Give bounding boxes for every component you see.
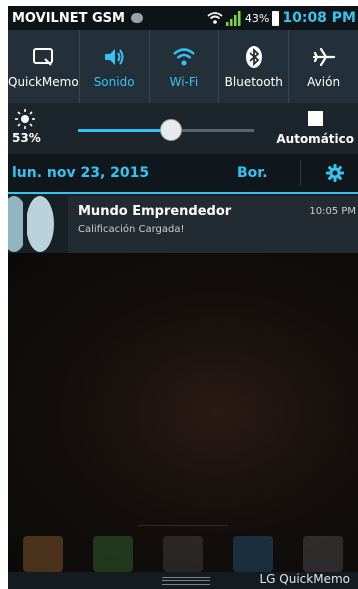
- dock-divider: [138, 525, 228, 526]
- tile-bluetooth[interactable]: Bluetooth: [219, 30, 290, 103]
- status-right: 43% 10:08 PM: [207, 6, 356, 30]
- carrier-label: MOVILNET GSM: [12, 10, 125, 26]
- battery-percent: 43%: [244, 11, 270, 25]
- sound-icon: [105, 48, 124, 65]
- messaging-icon: [233, 536, 273, 572]
- wallpaper-background: [8, 253, 358, 572]
- contacts-icon: [23, 536, 63, 572]
- divider: [300, 160, 301, 186]
- drag-handle[interactable]: [162, 577, 210, 585]
- notification-title: Mundo Emprendedor: [78, 204, 232, 219]
- brightness-knob[interactable]: [160, 119, 183, 141]
- footer-bar: LG QuickMemo: [8, 572, 358, 589]
- tile-airplane[interactable]: Avión: [289, 30, 358, 103]
- tile-label: Bluetooth: [224, 74, 283, 89]
- auto-brightness-label: Automático: [276, 132, 354, 146]
- brightness-slider[interactable]: [78, 119, 254, 141]
- tile-label: Wi-Fi: [169, 74, 199, 89]
- status-time: 10:08 PM: [282, 10, 356, 26]
- brightness-fill: [78, 129, 172, 132]
- notification-time: 10:05 PM: [309, 206, 356, 217]
- quick-settings-bar: QuickMemo Sonido Wi-Fi Bluetooth Avión: [8, 30, 358, 103]
- phone-screen: MOVILNET GSM 43% 10:08 PM QuickMemo Soni…: [8, 6, 358, 589]
- bluetooth-icon: [245, 45, 262, 68]
- home-dock: [8, 536, 358, 572]
- auto-brightness-checkbox[interactable]: [308, 111, 323, 126]
- clear-notifications-button[interactable]: Bor.: [237, 165, 268, 181]
- message-icon: [130, 13, 143, 23]
- wifi-icon: [207, 12, 223, 24]
- airplane-icon: [312, 47, 335, 66]
- notification-app-icon: [8, 196, 68, 253]
- notification-text: Calificación Cargada!: [78, 224, 185, 235]
- tile-label: Avión: [307, 74, 341, 89]
- tile-wifi[interactable]: Wi-Fi: [150, 30, 220, 103]
- battery-icon: [272, 10, 280, 26]
- signal-icon: [225, 10, 241, 26]
- camera-icon: [303, 536, 343, 572]
- tile-sound[interactable]: Sonido: [80, 30, 150, 103]
- phone-icon: [93, 536, 133, 572]
- gear-icon[interactable]: [326, 164, 344, 182]
- wifi-icon: [173, 47, 195, 65]
- brightness-percent: 53%: [12, 131, 41, 145]
- notification-item[interactable]: Mundo Emprendedor Calificación Cargada! …: [8, 196, 358, 253]
- tile-label: Sonido: [93, 74, 135, 89]
- date-bar: lun. nov 23, 2015 Bor.: [8, 154, 358, 194]
- quickmemo-icon: [33, 47, 54, 66]
- footer-label: LG QuickMemo: [259, 572, 351, 586]
- tile-quickmemo[interactable]: QuickMemo: [8, 30, 80, 103]
- brightness-row: 53% Automático: [8, 103, 358, 154]
- tile-label: QuickMemo: [8, 74, 79, 89]
- status-bar: MOVILNET GSM 43% 10:08 PM: [8, 6, 358, 30]
- apps-icon: [163, 536, 203, 572]
- brightness-icon: [15, 109, 35, 129]
- date-label: lun. nov 23, 2015: [12, 165, 150, 181]
